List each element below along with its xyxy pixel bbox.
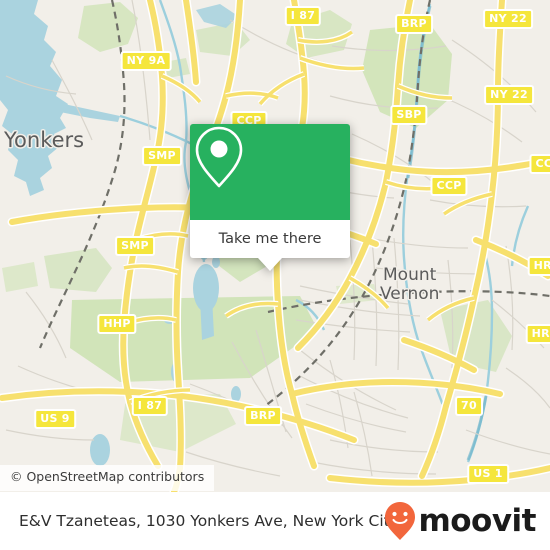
road-shield-ccp-east: CCP bbox=[529, 154, 550, 174]
road-shield-ny22-north: NY 22 bbox=[483, 9, 533, 29]
moovit-wordmark: moovit bbox=[418, 503, 536, 539]
map-canvas[interactable]: Yonkers Mount Vernon I 87 BRP NY 22 NY 9… bbox=[0, 0, 550, 492]
location-popup[interactable]: Take me there bbox=[190, 124, 350, 271]
road-shield-brp-north: BRP bbox=[395, 14, 433, 34]
footer-bar: E&V Tzaneteas, 1030 Yonkers Ave, New Yor… bbox=[0, 492, 550, 550]
road-shield-us9: US 9 bbox=[34, 409, 76, 429]
road-shield-hrp-south: HRP bbox=[525, 324, 550, 344]
road-shield-smp-north: SMP bbox=[142, 146, 182, 166]
osm-attribution[interactable]: © OpenStreetMap contributors bbox=[0, 465, 215, 491]
take-me-there-button[interactable]: Take me there bbox=[190, 220, 350, 271]
moovit-logo[interactable]: moovit bbox=[383, 501, 536, 541]
road-shield-ny9a: NY 9A bbox=[120, 51, 172, 71]
popup-tail-icon bbox=[258, 258, 282, 271]
road-shield-ccp-mid: CCP bbox=[430, 176, 468, 196]
road-shield-hrp-north: HRP bbox=[527, 256, 550, 276]
road-shield-brp-south: BRP bbox=[244, 406, 282, 426]
road-shield-70: 70 bbox=[455, 396, 483, 416]
road-shield-hhp: HHP bbox=[97, 314, 137, 334]
popup-pin-area bbox=[190, 124, 350, 220]
road-shield-i87-north: I 87 bbox=[284, 6, 322, 26]
location-title: E&V Tzaneteas, 1030 Yonkers Ave, New Yor… bbox=[19, 512, 399, 530]
map-page: Yonkers Mount Vernon I 87 BRP NY 22 NY 9… bbox=[0, 0, 550, 550]
location-pin-icon bbox=[195, 126, 243, 188]
road-shield-i87-south: I 87 bbox=[131, 396, 169, 416]
road-shield-sbp: SBP bbox=[390, 105, 428, 125]
road-shield-smp-south: SMP bbox=[115, 236, 155, 256]
road-shield-ny22-mid: NY 22 bbox=[484, 85, 534, 105]
road-shield-us1: US 1 bbox=[467, 464, 509, 484]
take-me-there-label: Take me there bbox=[218, 231, 322, 247]
moovit-smiley-pin-icon bbox=[385, 502, 416, 540]
